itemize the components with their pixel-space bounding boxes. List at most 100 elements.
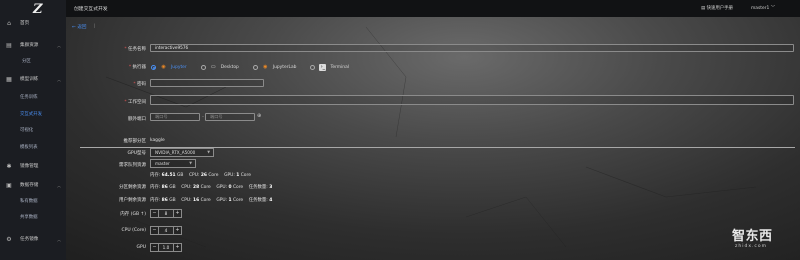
gpu-type-label: GPU型号 bbox=[127, 151, 147, 156]
image-icon: ✱ bbox=[6, 163, 12, 170]
memory-stepper: − 8 + bbox=[150, 209, 182, 218]
port-input-2[interactable]: 端口号 bbox=[205, 113, 255, 121]
chevron-down-icon: ▼ bbox=[189, 161, 192, 165]
user-manual-link[interactable]: ▤ 快速用户手册 bbox=[701, 5, 733, 11]
back-label: 返回 bbox=[77, 25, 87, 30]
sidebar-item-home[interactable]: ⌂ 首页 bbox=[0, 18, 66, 29]
gpu-increment-button[interactable]: + bbox=[173, 243, 182, 252]
watermark: 智东西 zhidx.com bbox=[732, 225, 773, 249]
gpu-type-value: NVIDIA_RTX_A5000 bbox=[155, 150, 196, 155]
sidebar-item-label: 首页 bbox=[20, 21, 30, 26]
radio-desktop[interactable] bbox=[200, 64, 206, 70]
cpu-increment-button[interactable]: + bbox=[173, 226, 182, 235]
gpu-type-select[interactable]: NVIDIA_RTX_A5000 ▼ bbox=[150, 148, 214, 157]
sidebar-subitem-private-data[interactable]: 私有数据 bbox=[20, 197, 38, 207]
gpu-value[interactable]: 1.0 bbox=[159, 243, 173, 252]
password-label: * 密码 bbox=[133, 82, 146, 87]
executor-terminal-label[interactable]: Terminal bbox=[330, 65, 349, 70]
user-manual-label: 快速用户手册 bbox=[706, 6, 733, 11]
chevron-down-icon: ﹀ bbox=[770, 6, 776, 11]
partition-value: kaggle bbox=[150, 138, 165, 143]
sidebar-subitem-shared-data[interactable]: 共享数据 bbox=[20, 213, 38, 223]
cpu-label: CPU (Core) bbox=[121, 228, 146, 233]
jupyter-icon: ◉ bbox=[161, 63, 166, 70]
task-icon: ⚙ bbox=[6, 236, 12, 243]
executor-jupyterlab-label[interactable]: JupyterLab bbox=[273, 65, 297, 70]
breadcrumb: 创建交互式开发 bbox=[74, 7, 108, 12]
chevron-up-icon: ︿ bbox=[57, 43, 61, 48]
task-name-label: * 任务名称 bbox=[124, 47, 146, 52]
sidebar-item-images[interactable]: ✱ 镜像管理 bbox=[0, 161, 66, 172]
user-quota-label: 用户剩余资源 bbox=[119, 198, 146, 203]
selected-resource-info: 内存: 64.51 GB CPU: 26 Core GPU: 1 Core bbox=[150, 173, 251, 178]
memory-label: 内存 (GB ↑) bbox=[120, 212, 146, 217]
task-name-input[interactable]: interactive9576 bbox=[150, 44, 794, 52]
memory-increment-button[interactable]: + bbox=[173, 209, 182, 218]
sidebar-subitem-partition[interactable]: 分区 bbox=[22, 57, 31, 67]
divider-bar: | bbox=[94, 24, 96, 29]
sidebar-item-model-training[interactable]: ▦ 模型训练 ︿ bbox=[0, 74, 66, 85]
workdir-input[interactable] bbox=[150, 95, 794, 105]
storage-icon: ▣ bbox=[6, 182, 12, 189]
gpu-label: GPU bbox=[136, 245, 147, 250]
gpu-decrement-button[interactable]: − bbox=[150, 243, 159, 252]
sidebar-subitem-templates[interactable]: 模板列表 bbox=[20, 143, 38, 153]
queue-value: master bbox=[155, 161, 170, 166]
topbar: 创建交互式开发 ▤ 快速用户手册 master1 ﹀ bbox=[66, 0, 800, 17]
back-arrow-icon: ← bbox=[72, 25, 76, 30]
radio-jupyterlab[interactable] bbox=[252, 64, 258, 70]
chevron-up-icon: ︿ bbox=[57, 77, 61, 82]
username: master1 bbox=[751, 6, 770, 11]
queue-select[interactable]: master ▼ bbox=[150, 159, 196, 168]
sidebar-subitem-task-training[interactable]: 任务训练 bbox=[20, 93, 38, 103]
partition-quota-info: 内存: 86 GB CPU: 28 Core GPU: 0 Core 任务数量:… bbox=[150, 185, 273, 190]
executor-desktop-label[interactable]: Desktop bbox=[221, 65, 239, 70]
port-input-1[interactable]: 端口号 bbox=[150, 113, 200, 121]
chevron-down-icon: ▼ bbox=[207, 150, 210, 154]
chevron-up-icon: ︿ bbox=[57, 183, 61, 188]
sidebar: Z ⌂ 首页 ▤ 集群资源 ︿ 分区 ▦ 模型训练 ︿ 任务训练 交互式开发 可… bbox=[0, 0, 66, 260]
cpu-stepper: − 4 + bbox=[150, 226, 182, 235]
server-icon: ▤ bbox=[6, 42, 12, 49]
terminal-icon: ›_ bbox=[319, 63, 327, 71]
sidebar-item-storage[interactable]: ▣ 数据存储 ︿ bbox=[0, 180, 66, 191]
sidebar-item-label: 任务镜像 bbox=[20, 237, 39, 242]
jupyterlab-icon: ◉ bbox=[263, 63, 268, 70]
book-icon: ▤ bbox=[701, 6, 706, 11]
memory-value[interactable]: 8 bbox=[159, 209, 173, 218]
partition-label: 推荐部分区 bbox=[123, 139, 147, 144]
add-port-icon[interactable]: ⊕ bbox=[257, 113, 261, 119]
executor-radio-group: ◉ Jupyter ▭ Desktop ◉ JupyterLab ›_ Term… bbox=[151, 62, 359, 72]
main-content: ← 返回 | * 任务名称 interactive9576 * 执行器 ◉ Ju… bbox=[66, 17, 800, 260]
watermark-text: 智东西 bbox=[732, 229, 773, 244]
ports-label: 额外端口 bbox=[128, 117, 146, 122]
user-quota-info: 内存: 86 GB CPU: 16 Core GPU: 1 Core 任务数量:… bbox=[150, 198, 273, 203]
sidebar-subitem-interactive-dev[interactable]: 交互式开发 bbox=[20, 110, 42, 120]
sidebar-item-label: 集群资源 bbox=[20, 43, 39, 48]
desktop-icon: ▭ bbox=[210, 63, 216, 70]
memory-decrement-button[interactable]: − bbox=[150, 209, 159, 218]
sidebar-subitem-visualization[interactable]: 可视化 bbox=[20, 126, 33, 136]
chevron-up-icon: ︿ bbox=[57, 237, 61, 242]
executor-label: * 执行器 bbox=[128, 65, 146, 70]
cpu-decrement-button[interactable]: − bbox=[150, 226, 159, 235]
radio-jupyter[interactable] bbox=[151, 64, 156, 70]
user-menu[interactable]: master1 ﹀ bbox=[751, 5, 775, 11]
back-link[interactable]: ← 返回 bbox=[72, 24, 87, 30]
queue-label: 需求队列资源 bbox=[119, 163, 146, 168]
sidebar-item-label: 数据存储 bbox=[20, 183, 39, 188]
cpu-value[interactable]: 4 bbox=[159, 226, 173, 235]
password-input[interactable] bbox=[150, 79, 264, 87]
watermark-url: zhidx.com bbox=[735, 244, 768, 249]
workdir-label: * 工作空间 bbox=[124, 100, 146, 105]
sidebar-item-task-images[interactable]: ⚙ 任务镜像 ︿ bbox=[0, 234, 66, 245]
model-icon: ▦ bbox=[6, 76, 12, 83]
executor-jupyter-label[interactable]: Jupyter bbox=[171, 65, 187, 70]
gpu-stepper: − 1.0 + bbox=[150, 243, 182, 252]
port-separator: – bbox=[202, 114, 204, 119]
sidebar-item-label: 镜像管理 bbox=[20, 164, 39, 169]
radio-terminal[interactable] bbox=[310, 64, 316, 70]
sidebar-item-cluster[interactable]: ▤ 集群资源 ︿ bbox=[0, 40, 66, 51]
home-icon: ⌂ bbox=[7, 20, 11, 27]
sidebar-item-label: 模型训练 bbox=[20, 77, 39, 82]
